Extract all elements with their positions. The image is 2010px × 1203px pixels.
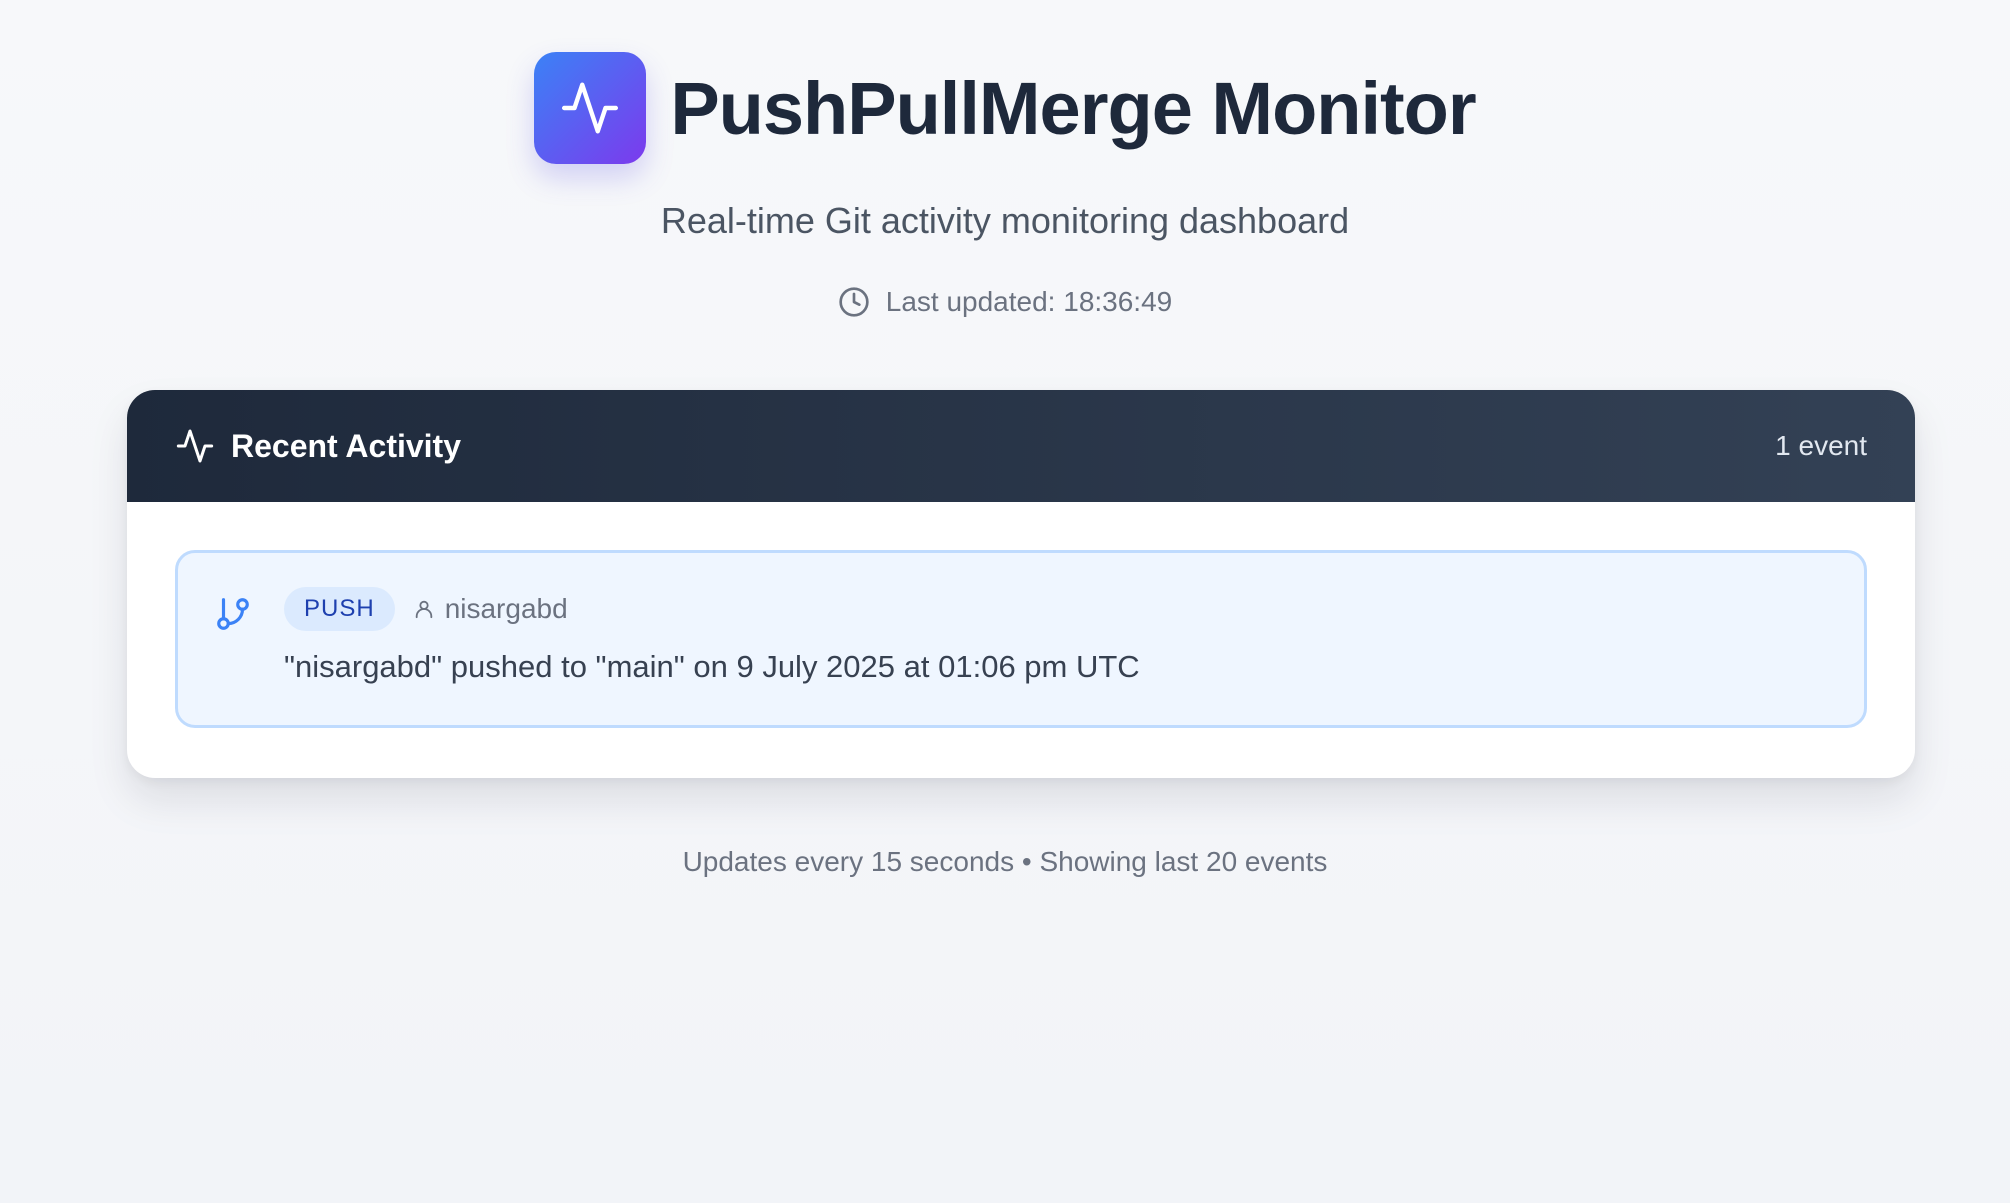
activity-list: PUSH nisargabd "nisargabd" pushed to "ma…	[127, 502, 1915, 776]
activity-icon	[175, 426, 215, 466]
app-subtitle: Real-time Git activity monitoring dashbo…	[660, 200, 1350, 241]
app-header: PushPullMerge Monitor	[0, 52, 2010, 164]
activity-heading: Recent Activity	[231, 427, 461, 464]
event-count: 1 event	[1775, 430, 1867, 461]
event-message: "nisargabd" pushed to "main" on 9 July 2…	[284, 649, 1140, 684]
user-icon	[413, 598, 435, 620]
activity-card: Recent Activity 1 event PUSH nisargabd "…	[127, 390, 1915, 778]
event-author-name: nisargabd	[444, 593, 568, 624]
event-author: nisargabd	[413, 593, 568, 625]
app-title: PushPullMerge Monitor	[670, 66, 1476, 150]
last-updated: Last updated: 18:36:49	[0, 286, 2010, 318]
git-branch-icon	[214, 595, 252, 633]
activity-pulse-icon	[534, 52, 647, 164]
last-updated-text: Last updated: 18:36:49	[885, 286, 1173, 317]
page: PushPullMerge Monitor Real-time Git acti…	[0, 0, 2010, 1203]
clock-icon	[838, 286, 870, 318]
event-item[interactable]: PUSH nisargabd "nisargabd" pushed to "ma…	[175, 550, 1867, 728]
activity-card-header: Recent Activity 1 event	[127, 390, 1915, 502]
event-meta: PUSH nisargabd	[284, 587, 568, 631]
footer-note: Updates every 15 seconds • Showing last …	[682, 846, 1328, 877]
event-type-badge: PUSH	[284, 587, 395, 631]
